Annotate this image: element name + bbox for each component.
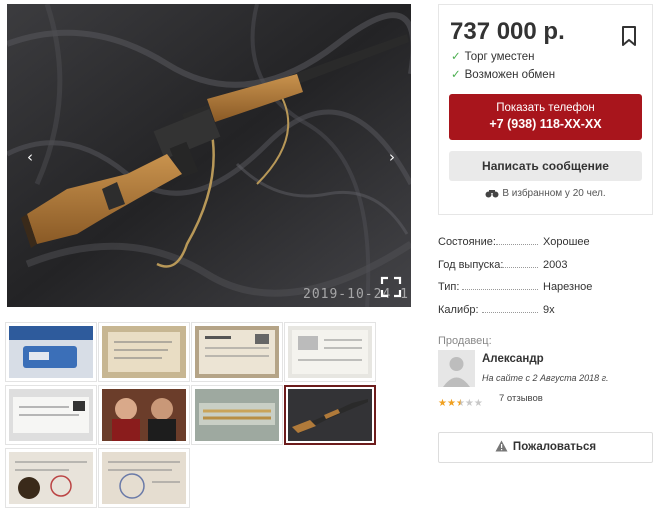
reviews-link[interactable]: 7 отзывов [499, 393, 543, 404]
thumbnail-3[interactable] [191, 322, 283, 382]
thumbnail-7[interactable] [191, 385, 283, 445]
price: 737 000 р. [450, 18, 565, 45]
write-message-button[interactable]: Написать сообщение [449, 151, 642, 181]
thumbnail-8-active[interactable] [284, 385, 376, 445]
spec-row-caliber: Калибр: 9х [438, 303, 555, 316]
seller-label: Продавец: [438, 335, 492, 347]
report-button[interactable]: Пожаловаться [438, 432, 653, 463]
main-photo[interactable]: ‹ › 2019-10-24 1 [7, 4, 411, 307]
thumbnail-1[interactable] [5, 322, 97, 382]
spec-row-condition: Состояние: Хорошее [438, 236, 590, 248]
price-card: 737 000 р. ✓ Торг уместен ✓ Возможен обмен… [438, 4, 653, 215]
fullscreen-icon[interactable] [380, 276, 402, 298]
feature-exchange: ✓ Возможен обмен [451, 69, 556, 81]
spec-row-type: Тип: Нарезное [438, 281, 593, 293]
thumbnail-4[interactable] [284, 322, 376, 382]
seller-rating: ★★★★★ [438, 393, 483, 409]
bookmark-icon[interactable] [620, 25, 638, 47]
rifle-photo [7, 4, 411, 307]
seller-since: На сайте с 2 Августа 2018 г. [482, 373, 609, 383]
chevron-right-icon[interactable]: › [382, 147, 402, 167]
spec-row-year: Год выпуска: 2003 [438, 258, 568, 271]
seller-name[interactable]: Александр [482, 353, 544, 365]
check-icon: ✓ [451, 51, 461, 63]
chevron-left-icon[interactable]: ‹ [20, 147, 40, 167]
phone-number: +7 (938) 118-XX-XX [489, 117, 602, 131]
avatar-icon[interactable] [438, 350, 475, 387]
feature-bargain: ✓ Торг уместен [451, 51, 535, 63]
thumbnail-6[interactable] [98, 385, 190, 445]
show-phone-label: Показать телефон [496, 102, 595, 114]
rating-star-icon: ★ [464, 398, 474, 409]
rating-star-icon: ★ [455, 398, 465, 409]
listing-page: ‹ › 2019-10-24 1 737 000 р. ✓ Торг умест… [0, 0, 657, 523]
check-icon: ✓ [451, 69, 461, 81]
warning-icon [495, 440, 508, 452]
rating-star-icon: ★ [438, 398, 447, 409]
thumbnail-10[interactable] [98, 448, 190, 508]
favorites-count: В избранном у 20 чел. [439, 188, 652, 199]
specs-list: Состояние: Хорошее Год выпуска: 2003 Тип… [438, 236, 653, 326]
show-phone-button[interactable]: Показать телефон +7 (938) 118-XX-XX [449, 94, 642, 140]
rating-star-icon: ★ [473, 398, 483, 409]
thumbnail-9[interactable] [5, 448, 97, 508]
thumbnail-5[interactable] [5, 385, 97, 445]
thumbnail-2[interactable] [98, 322, 190, 382]
rating-star-icon: ★ [446, 398, 456, 409]
binoculars-icon [485, 190, 499, 198]
